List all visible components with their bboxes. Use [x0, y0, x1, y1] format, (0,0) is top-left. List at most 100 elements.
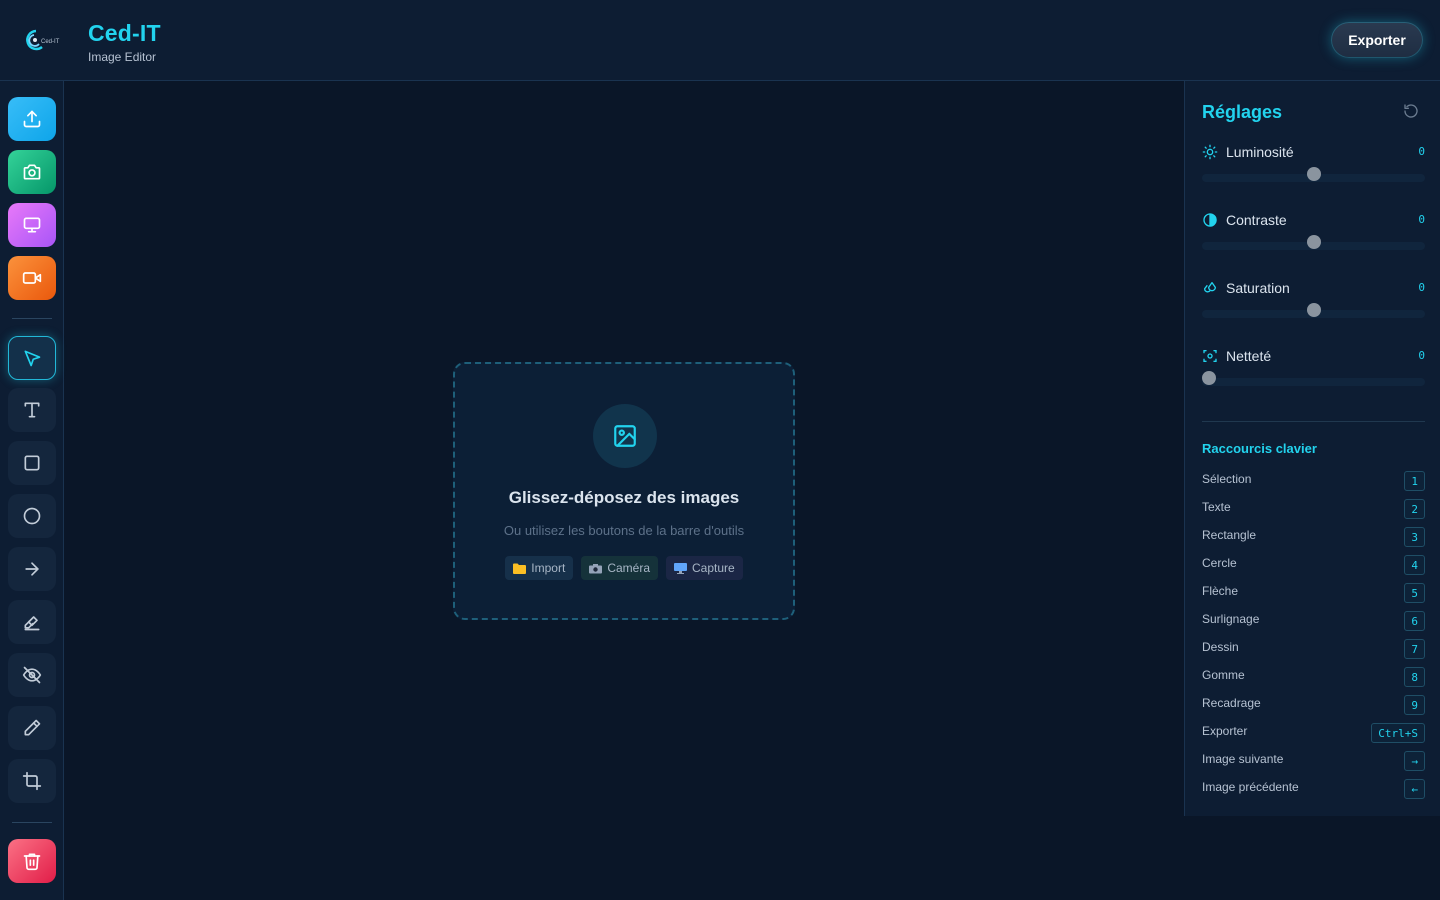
arrow-tool-button[interactable] [8, 547, 56, 591]
circle-icon [23, 507, 41, 525]
shortcut-key: 6 [1404, 611, 1425, 631]
shortcut-name: Surlignage [1202, 612, 1260, 626]
brightness-value: 0 [1418, 145, 1425, 158]
shortcut-key: 2 [1404, 499, 1425, 519]
shortcut-name: Image précédente [1202, 780, 1299, 794]
sun-icon [1202, 144, 1218, 160]
logo-text: Ced-IT [41, 39, 60, 45]
select-tool-button[interactable] [8, 336, 56, 380]
saturation-label: Saturation [1226, 280, 1290, 296]
panel-title: Réglages [1202, 102, 1283, 122]
toolbar-divider [12, 822, 52, 823]
sharpness-slider[interactable] [1202, 378, 1425, 386]
export-button[interactable]: Exporter [1331, 22, 1423, 58]
shortcut-row: Image précédente ← [1202, 777, 1425, 799]
toolbar-divider [12, 318, 52, 319]
shortcut-name: Exporter [1202, 724, 1248, 738]
camera-icon [589, 563, 603, 573]
blur-tool-button[interactable] [8, 653, 56, 697]
pencil-icon [24, 719, 41, 736]
shortcut-name: Recadrage [1202, 696, 1261, 710]
camera-icon [23, 164, 41, 180]
shortcut-row: Exporter Ctrl+S [1202, 721, 1425, 743]
shortcut-name: Texte [1202, 500, 1231, 514]
arrow-right-icon [25, 562, 39, 576]
crop-icon [22, 771, 42, 791]
app-title: Ced-IT [88, 20, 161, 46]
shortcut-key: 7 [1404, 639, 1425, 659]
ced-it-logo: Ced-IT [26, 29, 60, 51]
text-tool-button[interactable] [8, 388, 56, 432]
contrast-adjustment: Contraste 0 [1202, 212, 1425, 256]
text-icon [24, 402, 40, 418]
contrast-value: 0 [1418, 213, 1425, 226]
shortcut-key: 1 [1404, 471, 1425, 491]
brightness-adjustment: Luminosité 0 [1202, 144, 1425, 188]
highlight-tool-button[interactable] [8, 600, 56, 644]
video-icon [22, 272, 42, 284]
square-icon [24, 455, 40, 471]
import-chip[interactable]: Import [505, 556, 574, 580]
shortcut-row: Dessin 7 [1202, 637, 1425, 659]
camera-chip-label: Caméra [607, 561, 650, 575]
left-toolbar [0, 81, 64, 900]
screen-capture-button[interactable] [8, 203, 56, 247]
eye-off-icon [22, 666, 42, 684]
monitor-icon [23, 217, 41, 233]
app-header: Ced-IT Ced-IT Image Editor Exporter [0, 0, 1440, 81]
shortcut-key: 9 [1404, 695, 1425, 715]
capture-chip[interactable]: Capture [666, 556, 743, 580]
dropzone-image-badge [593, 404, 657, 468]
monitor-icon [674, 562, 687, 574]
rectangle-tool-button[interactable] [8, 441, 56, 485]
shortcut-name: Gomme [1202, 668, 1245, 682]
shortcut-row: Flèche 5 [1202, 581, 1425, 603]
contrast-slider-thumb[interactable] [1306, 235, 1321, 249]
dropzone-subtitle: Ou utilisez les boutons de la barre d'ou… [503, 523, 745, 538]
adjustments-panel: Réglages Luminosité 0 Contraste 0 Satura… [1184, 81, 1440, 816]
video-record-button[interactable] [8, 256, 56, 300]
cursor-icon [24, 350, 41, 367]
sharpness-adjustment: Netteté 0 [1202, 348, 1425, 392]
highlighter-icon [24, 616, 40, 631]
shortcut-row: Gomme 8 [1202, 665, 1425, 687]
trash-icon [23, 853, 41, 871]
shortcut-name: Rectangle [1202, 528, 1257, 542]
shortcut-name: Sélection [1202, 472, 1252, 486]
shortcut-row: Cercle 4 [1202, 553, 1425, 575]
shortcut-key: 8 [1404, 667, 1425, 687]
upload-icon [23, 110, 41, 128]
brightness-slider-thumb[interactable] [1306, 167, 1321, 181]
reset-icon[interactable] [1403, 103, 1419, 119]
shortcuts-title: Raccourcis clavier [1202, 441, 1317, 456]
shortcut-name: Image suivante [1202, 752, 1284, 766]
brightness-label: Luminosité [1226, 144, 1294, 160]
saturation-adjustment: Saturation 0 [1202, 280, 1425, 324]
shortcut-name: Dessin [1202, 640, 1239, 654]
shortcut-name: Cercle [1202, 556, 1237, 570]
shortcut-row: Texte 2 [1202, 497, 1425, 519]
sharpness-value: 0 [1418, 349, 1425, 362]
draw-tool-button[interactable] [8, 706, 56, 750]
shortcut-key: 5 [1404, 583, 1425, 603]
upload-button[interactable] [8, 97, 56, 141]
circle-tool-button[interactable] [8, 494, 56, 538]
droplets-icon [1204, 282, 1216, 293]
image-icon [614, 425, 636, 447]
sharpness-slider-thumb[interactable] [1202, 371, 1216, 385]
panel-divider [1202, 421, 1425, 422]
capture-chip-label: Capture [692, 561, 735, 575]
shortcut-key: 4 [1404, 555, 1425, 575]
saturation-slider-thumb[interactable] [1306, 303, 1321, 317]
shortcut-row: Rectangle 3 [1202, 525, 1425, 547]
import-chip-label: Import [531, 561, 566, 575]
dropzone-chips: Import Caméra Capture [455, 556, 793, 580]
shortcut-row: Sélection 1 [1202, 469, 1425, 491]
image-dropzone[interactable]: Glissez-déposez des images Ou utilisez l… [453, 362, 795, 620]
camera-button[interactable] [8, 150, 56, 194]
camera-chip[interactable]: Caméra [581, 556, 658, 580]
shortcut-key: 3 [1404, 527, 1425, 547]
delete-button[interactable] [8, 839, 56, 883]
crop-tool-button[interactable] [8, 759, 56, 803]
shortcut-row: Image suivante → [1202, 749, 1425, 771]
